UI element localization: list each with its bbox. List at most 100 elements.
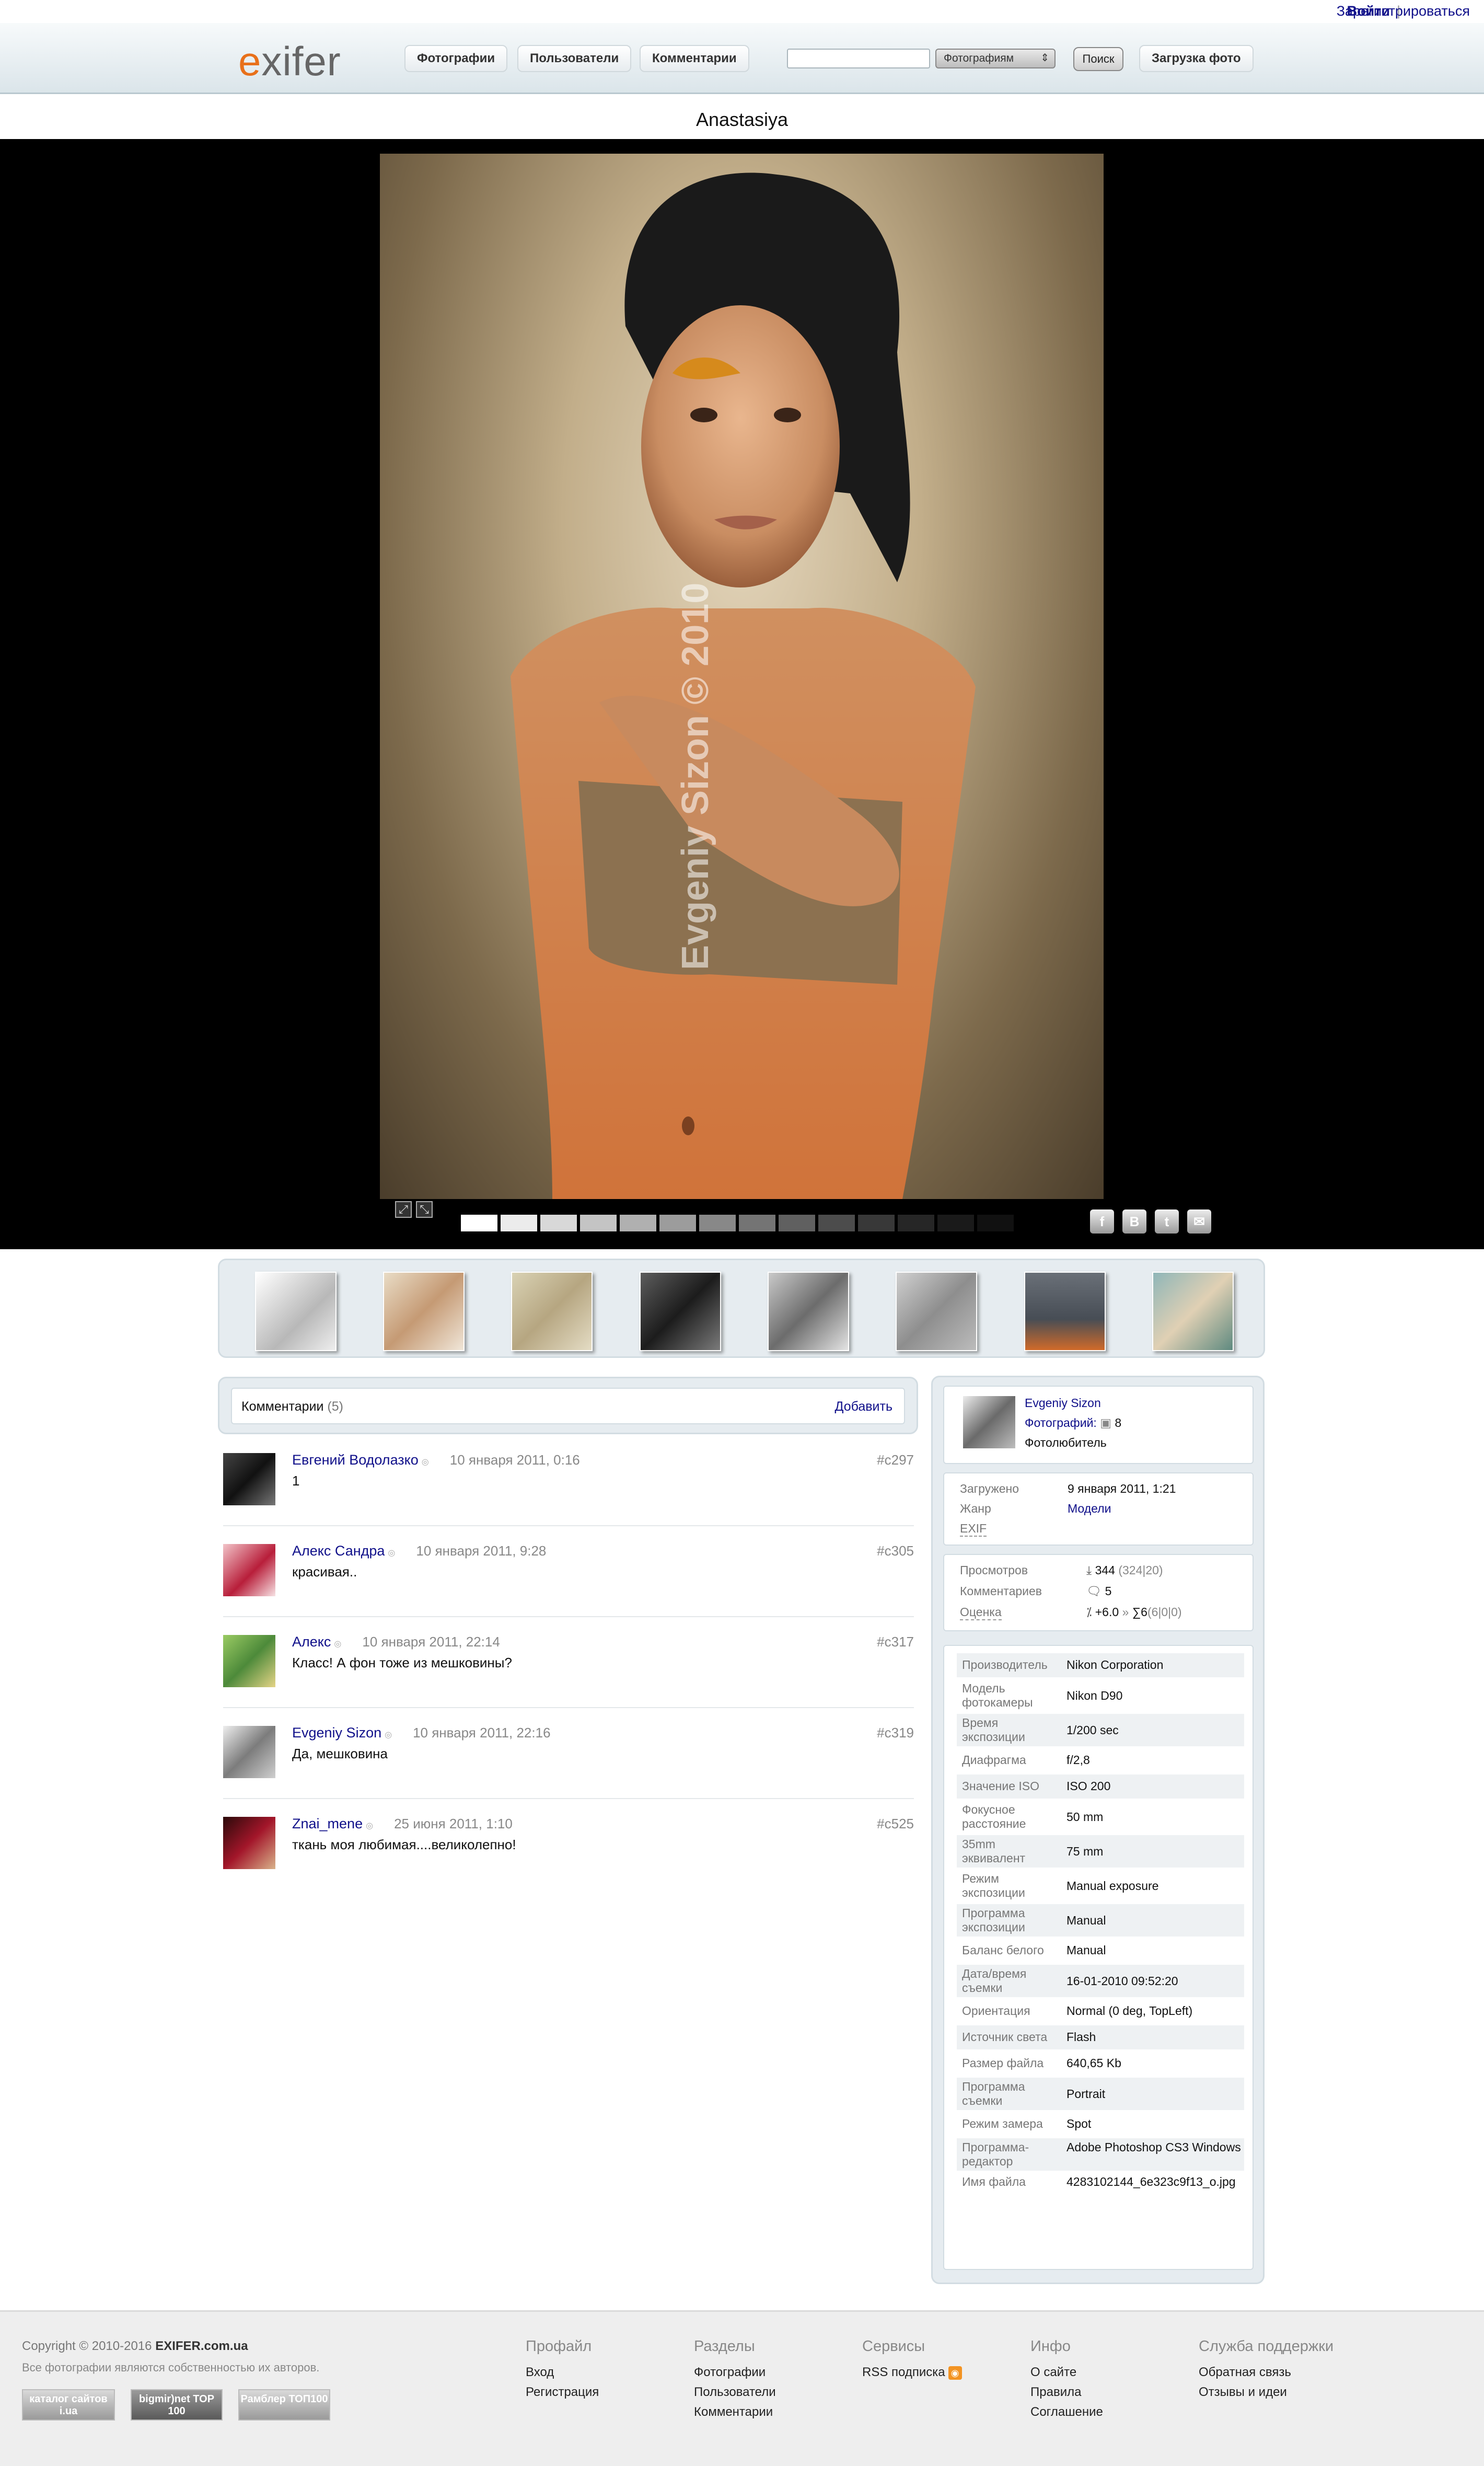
views-label: Просмотров (960, 1563, 1028, 1577)
background-shade-option[interactable] (580, 1215, 617, 1231)
search-button[interactable]: Поиск (1073, 47, 1123, 71)
comment-permalink[interactable]: #c525 (877, 1816, 914, 1832)
background-shade-option[interactable] (501, 1215, 537, 1231)
exif-value: 75 mm (1066, 1845, 1104, 1858)
comment-author-link[interactable]: Znai_mene (292, 1816, 363, 1831)
comment-text: Да, мешковина (292, 1746, 388, 1761)
background-shade-option[interactable] (779, 1215, 815, 1231)
comment-permalink[interactable]: #c297 (877, 1452, 914, 1468)
footer-users-link[interactable]: Пользователи (694, 2382, 776, 2402)
nav-photos-button[interactable]: Фотографии (404, 45, 508, 72)
footer-about-link[interactable]: О сайте (1030, 2363, 1103, 2382)
nav-comments-button[interactable]: Комментарии (640, 45, 749, 72)
exif-row: Программа съемки Portrait (957, 2078, 1244, 2110)
thumbnail[interactable] (640, 1272, 721, 1351)
author-card: Evgeniy Sizon Фотографий: ▣ 8 Фотолюбите… (943, 1386, 1254, 1464)
facebook-icon[interactable]: f (1090, 1209, 1114, 1234)
vkontakte-icon[interactable]: B (1122, 1209, 1146, 1234)
add-comment-link[interactable]: Добавить (835, 1399, 893, 1414)
main-photo[interactable] (380, 154, 1104, 1199)
avatar[interactable] (223, 1817, 275, 1869)
bird-share-icon[interactable]: ✉ (1187, 1209, 1211, 1234)
thumbnail[interactable] (896, 1272, 977, 1351)
nav-users-button[interactable]: Пользователи (517, 45, 632, 72)
comment-author-link[interactable]: Евгений Водолазко (292, 1452, 419, 1468)
thumbnail[interactable] (255, 1272, 337, 1351)
author-avatar[interactable] (963, 1396, 1015, 1448)
search-scope-select[interactable]: Фотографиям ⇕ (935, 49, 1056, 68)
iua-catalog-badge[interactable]: каталог сайтов i.ua (22, 2389, 115, 2421)
exif-value: Flash (1066, 2030, 1096, 2044)
author-photos-link[interactable]: Фотографий: (1025, 1416, 1097, 1430)
background-shade-option[interactable] (461, 1215, 497, 1231)
twitter-icon[interactable]: t (1155, 1209, 1179, 1234)
exif-value: Spot (1066, 2117, 1092, 2130)
exif-row: 35mm эквивалент 75 mm (957, 1835, 1244, 1868)
rambler-badge[interactable]: Рамблер ТОП100 (238, 2389, 330, 2421)
thumbnail[interactable] (511, 1272, 593, 1351)
bigmir-badge[interactable]: bigmir)net TOP 100 (131, 2389, 223, 2421)
exif-row: Фокусное расстояние 50 mm (957, 1801, 1244, 1833)
footer-comments-link[interactable]: Комментарии (694, 2402, 776, 2422)
background-shade-option[interactable] (659, 1215, 696, 1231)
comment-permalink[interactable]: #c319 (877, 1725, 914, 1741)
avatar[interactable] (223, 1453, 275, 1505)
thumbnail[interactable] (768, 1272, 849, 1351)
comment-date: 10 января 2011, 22:16 (413, 1725, 551, 1741)
site-header: exifer Фотографии Пользователи Комментар… (0, 23, 1484, 94)
user-status-icon: ◎ (366, 1822, 374, 1830)
comment-item: Алекс ◎ 10 января 2011, 22:14 Класс! А фон… (223, 1630, 914, 1708)
exif-row: Режим экспозиции Manual exposure (957, 1870, 1244, 1902)
comment-author-link[interactable]: Алекс Сандра (292, 1543, 385, 1559)
search-input[interactable] (787, 49, 930, 68)
comment-permalink[interactable]: #c317 (877, 1634, 914, 1650)
thumbnail[interactable] (1024, 1272, 1106, 1351)
background-shade-option[interactable] (937, 1215, 974, 1231)
avatar[interactable] (223, 1726, 275, 1778)
comment-author-link[interactable]: Алекс (292, 1634, 331, 1650)
footer-photos-link[interactable]: Фотографии (694, 2363, 776, 2382)
genre-link[interactable]: Модели (1068, 1502, 1111, 1516)
avatar[interactable] (223, 1544, 275, 1596)
exif-toggle[interactable]: EXIF (960, 1522, 987, 1537)
comment-author-link[interactable]: Evgeniy Sizon (292, 1725, 381, 1741)
background-shade-option[interactable] (699, 1215, 736, 1231)
thumbnail[interactable] (1152, 1272, 1234, 1351)
footer-feedback-link[interactable]: Обратная связь (1199, 2363, 1334, 2382)
site-logo[interactable]: exifer (238, 38, 341, 85)
background-shade-option[interactable] (620, 1215, 656, 1231)
copyright: Copyright © 2010-2016 EXIFER.com.ua (22, 2339, 248, 2353)
background-shade-option[interactable] (898, 1215, 934, 1231)
background-shade-option[interactable] (818, 1215, 855, 1231)
thumbnail[interactable] (383, 1272, 465, 1351)
background-shade-option[interactable] (858, 1215, 895, 1231)
footer-agreement-link[interactable]: Соглашение (1030, 2402, 1103, 2422)
exif-key: Ориентация (962, 2004, 1030, 2018)
upload-photo-button[interactable]: Загрузка фото (1139, 45, 1254, 72)
rating-label[interactable]: Оценка (960, 1605, 1002, 1620)
footer-login-link[interactable]: Вход (526, 2363, 599, 2382)
download-icon: ⤓ (1086, 1563, 1092, 1577)
fit-screen-icon[interactable]: ⤢ (395, 1201, 412, 1218)
footer-rules-link[interactable]: Правила (1030, 2382, 1103, 2402)
top-bar: Войти | Зарегистрироваться (0, 0, 1484, 23)
fullsize-icon[interactable]: ⤡ (416, 1201, 433, 1218)
footer-rss-link[interactable]: RSS подписка ◉ (862, 2363, 962, 2382)
footer-register-link[interactable]: Регистрация (526, 2382, 599, 2402)
avatar[interactable] (223, 1635, 275, 1687)
register-link[interactable]: Зарегистрироваться (1337, 3, 1470, 19)
background-shade-option[interactable] (739, 1215, 775, 1231)
background-shade-option[interactable] (540, 1215, 577, 1231)
select-arrows-icon: ⇕ (1040, 52, 1049, 64)
comment-permalink[interactable]: #c305 (877, 1543, 914, 1559)
exif-value: 640,65 Kb (1066, 2056, 1121, 2070)
comments-title: Комментарии (5) (241, 1399, 343, 1414)
user-status-icon: ◎ (334, 1640, 342, 1649)
footer-column-info: Инфо О сайте Правила Соглашение (1030, 2338, 1103, 2422)
footer-ideas-link[interactable]: Отзывы и идеи (1199, 2382, 1334, 2402)
background-shade-option[interactable] (977, 1215, 1014, 1231)
author-name-link[interactable]: Evgeniy Sizon (1025, 1396, 1101, 1410)
thumbnail-strip (218, 1259, 1265, 1358)
exif-key: Размер файла (962, 2056, 1044, 2070)
exif-key: Дата/время съемки (962, 1967, 1027, 1995)
